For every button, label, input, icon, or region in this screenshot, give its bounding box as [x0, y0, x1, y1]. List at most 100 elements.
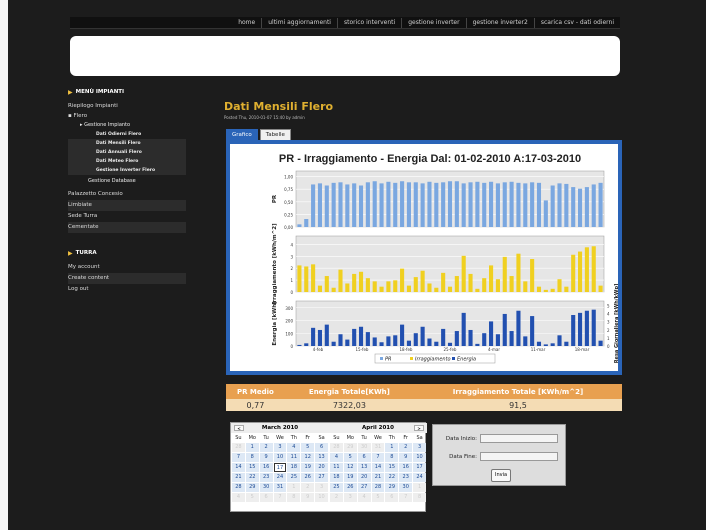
sidebar-item-site[interactable]: Sede Turra [68, 211, 186, 222]
calendar-day[interactable]: 30 [399, 483, 413, 492]
calendar-day[interactable]: 2 [259, 443, 273, 452]
calendar-day[interactable]: 9 [259, 453, 273, 462]
calendar-day[interactable]: 29 [343, 443, 357, 452]
calendar-day[interactable]: 5 [343, 453, 357, 462]
calendar-day[interactable]: 24 [413, 473, 426, 482]
calendar-day[interactable]: 20 [357, 473, 371, 482]
nav-link[interactable]: storico interventi [336, 17, 401, 28]
calendar-day[interactable]: 6 [315, 443, 328, 452]
calendar-day[interactable]: 24 [273, 473, 287, 482]
calendar-day[interactable]: 11 [330, 463, 343, 472]
sidebar-subitem[interactable]: Dati Meteo Flero [68, 157, 186, 166]
end-date-input[interactable] [480, 452, 558, 461]
calendar-day[interactable]: 12 [343, 463, 357, 472]
calendar-day[interactable]: 29 [245, 483, 259, 492]
calendar-day[interactable]: 3 [413, 443, 426, 452]
calendar-day[interactable]: 19 [301, 463, 315, 472]
calendar-day[interactable]: 13 [357, 463, 371, 472]
calendar-day[interactable]: 26 [301, 473, 315, 482]
calendar-day[interactable]: 31 [371, 443, 385, 452]
calendar-next-button[interactable]: > [414, 425, 424, 431]
calendar-day[interactable]: 22 [385, 473, 399, 482]
calendar-day[interactable]: 19 [343, 473, 357, 482]
nav-link[interactable]: ultimi aggiornamenti [261, 17, 337, 28]
sidebar-subitem[interactable]: Gestione Inverter Flero [68, 166, 186, 175]
calendar-day[interactable]: 1 [413, 483, 426, 492]
calendar-day[interactable]: 3 [343, 493, 357, 502]
calendar-day[interactable]: 26 [343, 483, 357, 492]
calendar-day[interactable]: 8 [385, 453, 399, 462]
calendar-day[interactable]: 27 [315, 473, 328, 482]
calendar-day[interactable]: 21 [371, 473, 385, 482]
calendar-day[interactable]: 3 [273, 443, 287, 452]
nav-link[interactable]: home [232, 18, 261, 28]
nav-link[interactable]: gestione inverter [401, 17, 465, 28]
calendar-day[interactable]: 25 [287, 473, 301, 482]
sidebar-subitem[interactable]: Dati Odierni Flero [68, 130, 186, 139]
calendar-day[interactable]: 15 [245, 463, 259, 472]
sidebar-subitem[interactable]: Dati Mensili Flero [68, 139, 186, 148]
calendar-day[interactable]: 5 [245, 493, 259, 502]
account-link[interactable]: Create content [68, 273, 186, 284]
account-link[interactable]: My account [68, 262, 186, 273]
calendar-day[interactable]: 18 [330, 473, 343, 482]
calendar-day[interactable]: 11 [287, 453, 301, 462]
calendar-day[interactable]: 7 [273, 493, 287, 502]
calendar-day[interactable]: 6 [385, 493, 399, 502]
start-date-input[interactable] [480, 434, 558, 443]
calendar-prev-button[interactable]: < [234, 425, 244, 431]
calendar-day[interactable]: 28 [371, 483, 385, 492]
calendar-day[interactable]: 28 [232, 483, 245, 492]
calendar-day[interactable]: 9 [301, 493, 315, 502]
calendar-day[interactable]: 9 [399, 453, 413, 462]
calendar-day[interactable]: 25 [330, 483, 343, 492]
calendar-day[interactable]: 8 [245, 453, 259, 462]
calendar-day[interactable]: 29 [385, 483, 399, 492]
sidebar-item-gestione-impianto[interactable]: ▸ Gestione Impianto [68, 121, 186, 130]
calendar-day[interactable]: 8 [287, 493, 301, 502]
sidebar-item-site[interactable]: Limbiate [68, 200, 186, 211]
calendar-day[interactable]: 1 [385, 443, 399, 452]
sidebar-item-site[interactable]: Palazzetto Concesio [68, 189, 186, 200]
calendar-day[interactable]: 28 [232, 443, 245, 452]
calendar-day[interactable]: 18 [287, 463, 301, 472]
calendar-day[interactable]: 2 [301, 483, 315, 492]
account-link[interactable]: Log out [68, 284, 186, 295]
calendar-day[interactable]: 10 [413, 453, 426, 462]
calendar-day[interactable]: 7 [371, 453, 385, 462]
nav-link[interactable]: scarica csv - dati odierni [533, 17, 620, 28]
calendar-day[interactable]: 12 [301, 453, 315, 462]
nav-link[interactable]: gestione inverter2 [465, 17, 534, 28]
calendar-day[interactable]: 1 [245, 443, 259, 452]
calendar-day[interactable]: 20 [315, 463, 328, 472]
calendar-day[interactable]: 17 [413, 463, 426, 472]
calendar-day[interactable]: 10 [315, 493, 328, 502]
sidebar-item-site[interactable]: Cementate [68, 222, 186, 233]
calendar-day[interactable]: 6 [259, 493, 273, 502]
calendar-day[interactable]: 5 [371, 493, 385, 502]
submit-button[interactable]: Invia [491, 469, 511, 482]
calendar-day[interactable]: 30 [357, 443, 371, 452]
calendar-day[interactable]: 13 [315, 453, 328, 462]
calendar-day[interactable]: 31 [273, 483, 287, 492]
calendar-day[interactable]: 30 [259, 483, 273, 492]
calendar-day[interactable]: 4 [357, 493, 371, 502]
calendar-day[interactable]: 5 [301, 443, 315, 452]
calendar-day[interactable]: 6 [357, 453, 371, 462]
calendar-day[interactable]: 10 [273, 453, 287, 462]
sidebar-subitem[interactable]: Dati Annuali Flero [68, 148, 186, 157]
calendar-day[interactable]: 7 [232, 453, 245, 462]
calendar-day[interactable]: 4 [232, 493, 245, 502]
calendar-day[interactable]: 21 [232, 473, 245, 482]
calendar-day[interactable]: 7 [399, 493, 413, 502]
calendar-day[interactable]: 4 [330, 453, 343, 462]
calendar-day[interactable]: 2 [399, 443, 413, 452]
calendar-day[interactable]: 14 [232, 463, 245, 472]
calendar-day[interactable]: 27 [357, 483, 371, 492]
calendar-day[interactable]: 3 [315, 483, 328, 492]
calendar-day[interactable]: 16 [399, 463, 413, 472]
calendar-day[interactable]: 28 [330, 443, 343, 452]
calendar-day[interactable]: 8 [413, 493, 426, 502]
sidebar-item-gestione-database[interactable]: Gestione Database [68, 175, 186, 187]
calendar-day[interactable]: 23 [399, 473, 413, 482]
